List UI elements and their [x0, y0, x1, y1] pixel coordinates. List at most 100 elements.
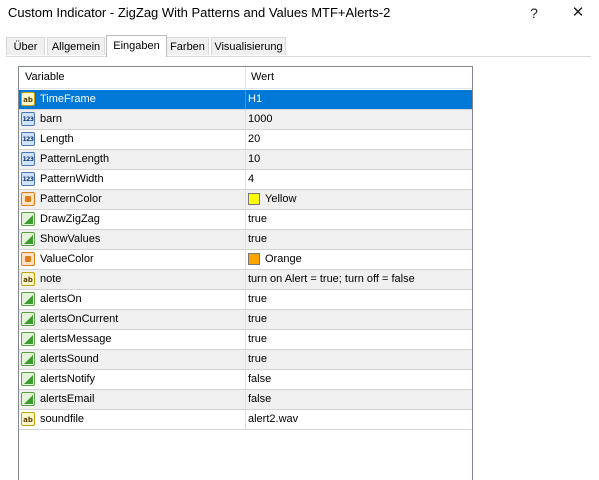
- variable-name: alertsOnCurrent: [40, 313, 119, 325]
- value-cell[interactable]: H1: [248, 90, 262, 109]
- variable-name: note: [40, 273, 62, 285]
- boolean-type-icon: [21, 312, 35, 326]
- cell-divider: [245, 410, 246, 429]
- value-cell[interactable]: 4: [248, 170, 254, 189]
- cell-divider: [245, 210, 246, 229]
- value-cell[interactable]: true: [248, 210, 267, 229]
- boolean-type-icon: [21, 232, 35, 246]
- value-cell[interactable]: false: [248, 390, 271, 409]
- tab-visualisierung[interactable]: Visualisierung: [211, 37, 286, 55]
- value-cell[interactable]: false: [248, 370, 271, 389]
- help-button[interactable]: ?: [521, 2, 547, 24]
- value-cell[interactable]: true: [248, 310, 267, 329]
- variable-name: Length: [40, 133, 74, 145]
- table-row[interactable]: ab TimeFrame H1: [19, 90, 472, 110]
- window-title: Custom Indicator - ZigZag With Patterns …: [8, 5, 391, 20]
- value-cell[interactable]: 1000: [248, 110, 272, 129]
- value-cell[interactable]: 20: [248, 130, 260, 149]
- tab-strip-divider: [6, 56, 591, 57]
- integer-type-icon: 123: [21, 112, 35, 126]
- boolean-type-icon: [21, 352, 35, 366]
- value-cell[interactable]: true: [248, 290, 267, 309]
- table-row[interactable]: ab soundfile alert2.wav: [19, 410, 472, 430]
- table-row[interactable]: alertsMessage true: [19, 330, 472, 350]
- cell-divider: [245, 270, 246, 289]
- variable-name: alertsEmail: [40, 393, 95, 405]
- cell-divider: [245, 330, 246, 349]
- value-cell[interactable]: turn on Alert = true; turn off = false: [248, 270, 415, 289]
- boolean-type-icon: [21, 332, 35, 346]
- column-divider[interactable]: [245, 67, 246, 88]
- cell-divider: [245, 230, 246, 249]
- color-swatch[interactable]: [248, 193, 260, 205]
- tab-farben[interactable]: Farben: [166, 37, 209, 55]
- table-row[interactable]: 123 barn 1000: [19, 110, 472, 130]
- color-type-icon: [21, 192, 35, 206]
- value-cell[interactable]: true: [248, 230, 267, 249]
- value-cell[interactable]: 10: [248, 150, 260, 169]
- value-cell[interactable]: alert2.wav: [248, 410, 298, 429]
- cell-divider: [245, 350, 246, 369]
- variable-name: TimeFrame: [40, 93, 96, 105]
- table-row[interactable]: ShowValues true: [19, 230, 472, 250]
- cell-divider: [245, 170, 246, 189]
- cell-divider: [245, 290, 246, 309]
- variable-name: alertsMessage: [40, 333, 112, 345]
- color-swatch[interactable]: [248, 253, 260, 265]
- table-row[interactable]: 123 PatternWidth 4: [19, 170, 472, 190]
- variable-name: DrawZigZag: [40, 213, 100, 225]
- variable-name: ValueColor: [40, 253, 94, 265]
- cell-divider: [245, 150, 246, 169]
- cell-divider: [245, 90, 246, 109]
- table-row[interactable]: alertsOn true: [19, 290, 472, 310]
- close-button[interactable]: ✕: [565, 2, 591, 24]
- color-type-icon: [21, 252, 35, 266]
- string-type-icon: ab: [21, 272, 35, 286]
- column-header-variable[interactable]: Variable: [25, 67, 65, 88]
- boolean-type-icon: [21, 392, 35, 406]
- table-row[interactable]: 123 PatternLength 10: [19, 150, 472, 170]
- variable-name: soundfile: [40, 413, 85, 425]
- tab-ueber[interactable]: Über: [6, 37, 45, 55]
- inputs-grid: Variable Wert ab TimeFrame H1 123 barn 1000 12…: [18, 66, 473, 480]
- value-cell[interactable]: true: [248, 330, 267, 349]
- table-row[interactable]: alertsNotify false: [19, 370, 472, 390]
- table-row[interactable]: alertsEmail false: [19, 390, 472, 410]
- value-cell[interactable]: true: [248, 350, 267, 369]
- value-cell[interactable]: Yellow: [265, 190, 296, 209]
- cell-divider: [245, 310, 246, 329]
- string-type-icon: ab: [21, 92, 35, 106]
- integer-type-icon: 123: [21, 132, 35, 146]
- string-type-icon: ab: [21, 412, 35, 426]
- table-row[interactable]: DrawZigZag true: [19, 210, 472, 230]
- cell-divider: [245, 130, 246, 149]
- variable-name: PatternColor: [40, 193, 102, 205]
- grid-header: Variable Wert: [19, 67, 472, 89]
- table-row[interactable]: ValueColor Orange: [19, 250, 472, 270]
- cell-divider: [245, 370, 246, 389]
- table-row[interactable]: alertsSound true: [19, 350, 472, 370]
- table-row[interactable]: 123 Length 20: [19, 130, 472, 150]
- tab-allgemein[interactable]: Allgemein: [47, 37, 105, 55]
- boolean-type-icon: [21, 212, 35, 226]
- variable-name: ShowValues: [40, 233, 101, 245]
- cell-divider: [245, 250, 246, 269]
- variable-name: barn: [40, 113, 63, 125]
- table-row[interactable]: alertsOnCurrent true: [19, 310, 472, 330]
- integer-type-icon: 123: [21, 152, 35, 166]
- variable-name: alertsNotify: [40, 373, 96, 385]
- table-row[interactable]: ab note turn on Alert = true; turn off = f…: [19, 270, 472, 290]
- value-cell[interactable]: Orange: [265, 250, 302, 269]
- boolean-type-icon: [21, 292, 35, 306]
- variable-name: alertsSound: [40, 353, 99, 365]
- tab-eingaben[interactable]: Eingaben: [106, 35, 167, 57]
- integer-type-icon: 123: [21, 172, 35, 186]
- cell-divider: [245, 390, 246, 409]
- grid-rows: ab TimeFrame H1 123 barn 1000 123 Length 20 123 Pa…: [19, 90, 472, 430]
- title-bar: Custom Indicator - ZigZag With Patterns …: [0, 0, 599, 26]
- variable-name: alertsOn: [40, 293, 82, 305]
- boolean-type-icon: [21, 372, 35, 386]
- column-header-value[interactable]: Wert: [251, 67, 274, 88]
- cell-divider: [245, 190, 246, 209]
- table-row[interactable]: PatternColor Yellow: [19, 190, 472, 210]
